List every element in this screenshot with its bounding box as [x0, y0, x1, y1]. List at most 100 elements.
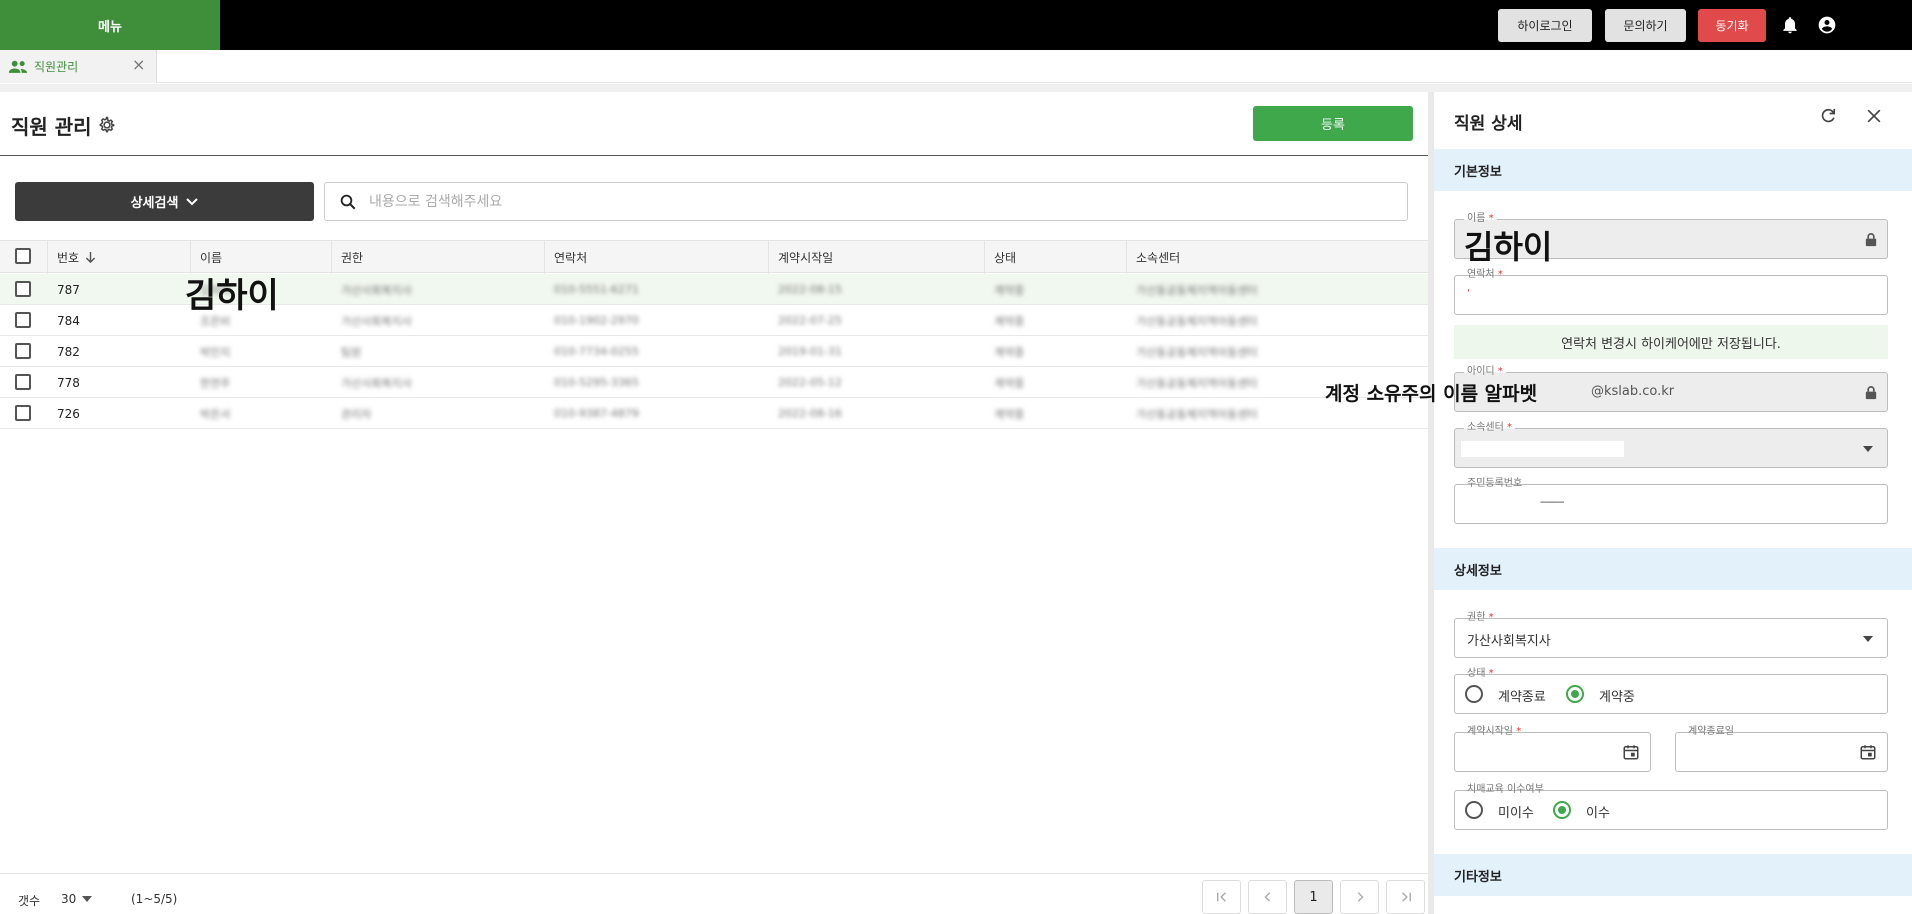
cell-role: 팀원	[341, 345, 362, 359]
cell-name: 한연주	[200, 376, 231, 390]
chevron-right-icon	[1357, 892, 1364, 902]
cell-no: 787	[57, 282, 80, 297]
close-icon[interactable]: ×	[132, 57, 146, 73]
page-size-label: 갯수	[18, 894, 41, 908]
cell-status: 계약중	[994, 407, 1025, 421]
section-other-info: 기타정보	[1434, 854, 1912, 896]
dementia-radio-completed[interactable]	[1553, 801, 1571, 819]
resident-number-field[interactable]: 주민등록번호 ---------	[1454, 477, 1888, 524]
status-option-label: 계약중	[1599, 690, 1635, 705]
row-checkbox[interactable]	[15, 312, 31, 328]
caret-down-icon[interactable]	[82, 896, 92, 902]
next-page-button[interactable]	[1340, 880, 1379, 914]
lock-icon	[1865, 386, 1877, 400]
row-checkbox[interactable]	[15, 405, 31, 421]
cell-start: 2022-07-25	[778, 314, 842, 327]
cell-status: 계약중	[994, 283, 1025, 297]
page-button[interactable]: 1	[1294, 880, 1333, 914]
bell-icon[interactable]	[1780, 15, 1800, 35]
refresh-icon[interactable]	[1818, 106, 1838, 126]
end-date-label: 계약종료일	[1685, 725, 1737, 739]
column-header-number[interactable]: 번호	[47, 241, 190, 274]
status-radio-ended[interactable]	[1465, 685, 1483, 703]
table-row[interactable]: 726 박은서 관리자 010-9387-4879 2022-08-16 계약중 가산동공동…	[0, 398, 1428, 429]
top-bar: 메뉴 하이로그인 문의하기 동기화	[0, 0, 1912, 50]
cell-center: 가산동공동체지역아동센터	[1136, 407, 1258, 421]
user-account-icon[interactable]	[1817, 15, 1837, 35]
close-icon[interactable]	[1864, 106, 1884, 126]
row-checkbox[interactable]	[15, 374, 31, 390]
gear-icon[interactable]	[97, 115, 117, 135]
first-page-icon	[1216, 892, 1226, 902]
cell-status: 계약중	[994, 376, 1025, 390]
first-page-button[interactable]	[1202, 880, 1241, 914]
select-all-checkbox[interactable]	[15, 248, 31, 264]
status-radio-active[interactable]	[1566, 685, 1584, 703]
column-header-center[interactable]: 소속센터	[1126, 241, 1428, 274]
column-header-start-date[interactable]: 계약시작일	[768, 241, 984, 274]
cell-phone: 010-9387-4879	[554, 407, 639, 420]
caret-down-icon	[1863, 636, 1873, 642]
cell-center: 가산동공동체지역아동센터	[1136, 376, 1258, 390]
row-checkbox[interactable]	[15, 281, 31, 297]
hi-login-button[interactable]: 하이로그인	[1498, 9, 1592, 42]
register-button[interactable]: 등록	[1253, 106, 1413, 141]
cell-role: 관리자	[341, 407, 372, 421]
cell-phone: 010-5551-6271	[554, 283, 639, 296]
dementia-radio-not-completed[interactable]	[1465, 801, 1483, 819]
detail-search-button[interactable]: 상세검색	[15, 182, 314, 221]
row-checkbox[interactable]	[15, 343, 31, 359]
center-field-label: 소속센터 *	[1464, 421, 1515, 435]
cell-status: 계약중	[994, 314, 1025, 328]
calendar-icon[interactable]	[1622, 743, 1640, 761]
divider	[0, 84, 1912, 92]
panel-title: 직원 상세	[1454, 114, 1523, 134]
label-text: 권한	[1467, 612, 1486, 623]
sync-button[interactable]: 동기화	[1698, 9, 1766, 42]
result-range: (1~5/5)	[131, 892, 178, 906]
label-text: 계약시작일	[1467, 726, 1513, 737]
inquiry-button[interactable]: 문의하기	[1605, 9, 1686, 42]
phone-field[interactable]: 연락처 * '	[1454, 268, 1888, 315]
role-value: 가산사회복지사	[1467, 634, 1551, 649]
calendar-icon[interactable]	[1859, 743, 1877, 761]
column-header-status[interactable]: 상태	[984, 241, 1126, 274]
cell-center: 가산동공동체지역아동센터	[1136, 283, 1258, 297]
lock-icon	[1865, 233, 1877, 247]
search-input[interactable]	[369, 193, 1329, 210]
last-page-icon	[1401, 892, 1411, 902]
last-page-button[interactable]	[1386, 880, 1425, 914]
redacted-center-value	[1461, 441, 1624, 457]
status-field-label: 상태 *	[1464, 667, 1497, 681]
cell-phone: 010-1902-2970	[554, 314, 639, 327]
cell-start: 2022-08-16	[778, 407, 842, 420]
resident-number-value: ---------	[1540, 497, 1565, 508]
cell-start: 2022-05-12	[778, 376, 842, 389]
cell-phone: 010-5295-3365	[554, 376, 639, 389]
role-select[interactable]: 권한 * 가산사회복지사	[1454, 611, 1888, 658]
prev-page-button[interactable]	[1248, 880, 1287, 914]
dementia-education-label: 치매교육 이수여부	[1464, 783, 1547, 797]
id-domain: @kslab.co.kr	[1591, 384, 1675, 399]
required-mark: *	[1507, 422, 1512, 433]
page-title: 직원 관리	[11, 115, 92, 139]
table-row[interactable]: 782 박민지 팀원 010-7734-0255 2019-01-31 계약중 가산동공동체…	[0, 336, 1428, 367]
arrow-down-icon	[85, 252, 96, 264]
page-size-select[interactable]: 30	[61, 892, 76, 906]
id-owner-overlay: 계정 소유주의 이름 알파벳	[1325, 383, 1538, 405]
table-row[interactable]: 778 한연주 가산사회복지사 010-5295-3365 2022-05-12 계약중 가…	[0, 367, 1428, 398]
contract-start-date-field[interactable]: 계약시작일 *	[1454, 725, 1651, 772]
tab-staff-management[interactable]: 직원관리 ×	[0, 50, 157, 83]
label-text: 연락처	[1467, 269, 1495, 280]
divider	[0, 873, 1428, 874]
dementia-education-field: 치매교육 이수여부 미이수 이수	[1454, 783, 1888, 830]
column-header-role[interactable]: 권한	[331, 241, 544, 274]
column-header-phone[interactable]: 연락처	[544, 241, 768, 274]
label-text: 소속센터	[1467, 422, 1504, 433]
phone-notice: 연락처 변경시 하이케어에만 저장됩니다.	[1454, 325, 1888, 359]
required-mark: *	[1488, 668, 1494, 679]
name-value: 김하이	[1464, 228, 1553, 266]
menu-button[interactable]: 메뉴	[0, 0, 220, 50]
status-field: 상태 * 계약종료 계약중	[1454, 667, 1888, 714]
contract-end-date-field[interactable]: 계약종료일	[1675, 725, 1888, 772]
